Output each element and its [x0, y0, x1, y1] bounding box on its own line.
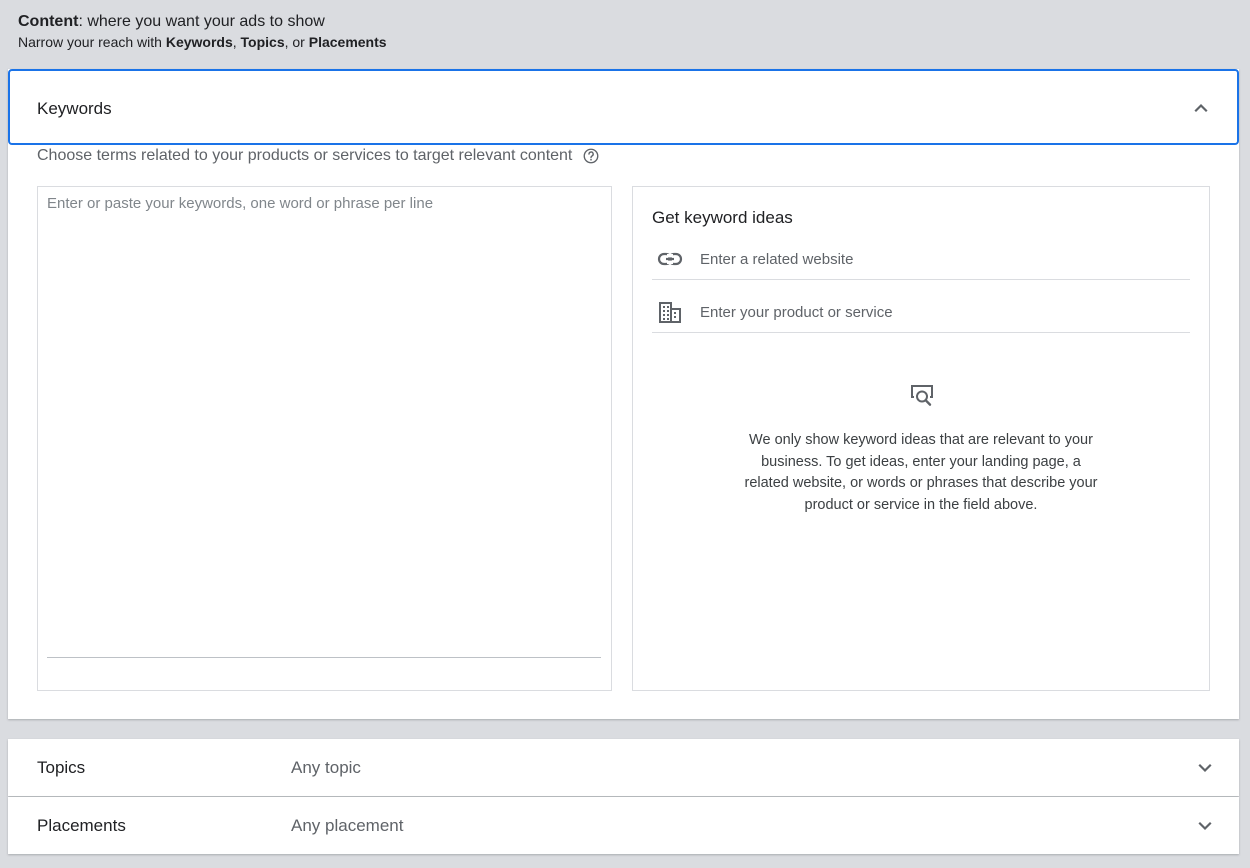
- keywords-panel-header[interactable]: Keywords: [8, 69, 1239, 145]
- subtitle-sep2: , or: [284, 34, 309, 50]
- product-service-input[interactable]: [700, 300, 1180, 324]
- business-icon: [657, 301, 683, 323]
- topics-row[interactable]: Topics Any topic: [8, 739, 1239, 796]
- content-title-bold: Content: [18, 13, 79, 30]
- topics-value: Any topic: [291, 758, 361, 777]
- product-service-field[interactable]: [652, 292, 1190, 333]
- subtitle-prefix: Narrow your reach with: [18, 34, 166, 50]
- content-subtitle: Narrow your reach with Keywords, Topics,…: [18, 33, 387, 51]
- content-header: Content: where you want your ads to show…: [18, 12, 387, 51]
- topics-label: Topics: [37, 758, 86, 777]
- keywords-textarea-underline: [47, 657, 601, 658]
- keywords-description: Choose terms related to your products or…: [37, 147, 600, 165]
- keyword-ideas-title: Get keyword ideas: [652, 208, 793, 227]
- placements-label: Placements: [37, 816, 126, 835]
- chevron-down-icon[interactable]: [1195, 758, 1215, 778]
- keywords-panel: Keywords Choose terms related to your pr…: [8, 69, 1239, 719]
- subtitle-topics: Topics: [240, 34, 285, 50]
- search-document-icon: [908, 382, 936, 410]
- keyword-ideas-empty-message: We only show keyword ideas that are rele…: [744, 432, 1098, 513]
- keywords-textarea[interactable]: [47, 195, 602, 655]
- content-title: Content: where you want your ads to show: [18, 12, 387, 32]
- subtitle-placements: Placements: [308, 34, 387, 50]
- subtitle-sep1: ,: [232, 34, 241, 50]
- chevron-down-icon[interactable]: [1195, 816, 1215, 836]
- placements-row[interactable]: Placements Any placement: [8, 797, 1239, 854]
- help-circle-icon[interactable]: [582, 147, 600, 165]
- related-website-input[interactable]: [700, 247, 1180, 271]
- keywords-panel-label: Keywords: [37, 99, 112, 118]
- related-website-field[interactable]: [652, 239, 1190, 280]
- keyword-ideas-box: Get keyword ideas We only show keyword i…: [632, 186, 1210, 691]
- content-title-rest: : where you want your ads to show: [78, 13, 325, 30]
- placements-value: Any placement: [291, 816, 404, 835]
- link-icon: [657, 248, 683, 270]
- keywords-input-box: [37, 186, 612, 691]
- subtitle-keywords: Keywords: [165, 34, 233, 50]
- chevron-up-icon[interactable]: [1191, 98, 1211, 118]
- keywords-description-text: Choose terms related to your products or…: [37, 147, 573, 164]
